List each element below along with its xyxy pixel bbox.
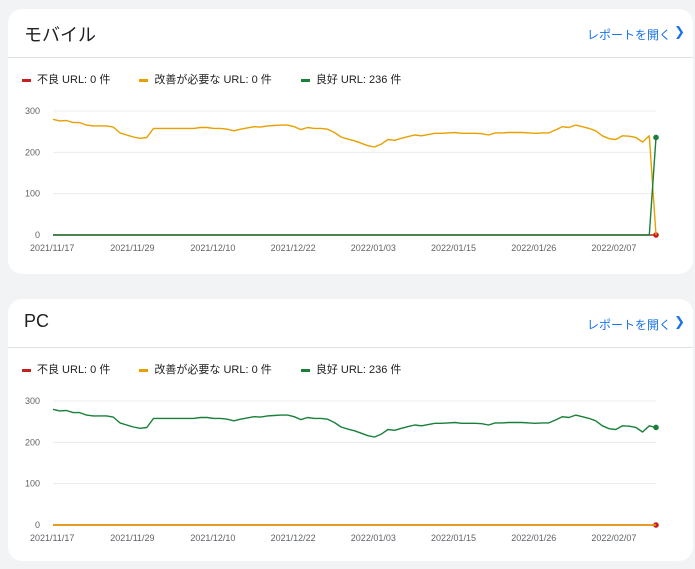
y-tick-label: 200 — [25, 437, 40, 447]
legend-poor[interactable]: 不良 URL: 0 件 — [22, 71, 110, 87]
x-tick-label: 2022/01/15 — [431, 243, 476, 253]
legend-label: 良好 URL: 236 件 — [315, 74, 402, 86]
card-title: モバイル — [24, 25, 96, 45]
chevron-right-icon[interactable]: ❯ — [674, 24, 685, 40]
y-tick-label: 200 — [25, 147, 40, 157]
legend: 不良 URL: 0 件 改善が必要な URL: 0 件 良好 URL: 236 … — [22, 71, 427, 87]
y-tick-label: 0 — [35, 230, 40, 240]
mobile-line-chart: 0 100 200 300 2021/11/17 2021/11/29 2021/12/10… — [25, 106, 659, 253]
x-tick-label: 2022/02/07 — [591, 533, 636, 543]
y-tick-label: 300 — [25, 106, 40, 116]
legend-swatch-good — [300, 78, 310, 82]
legend-good[interactable]: 良好 URL: 236 件 — [300, 71, 402, 87]
legend-swatch-needs-improvement — [139, 78, 149, 82]
card-title: PC — [24, 311, 50, 331]
x-tick-label: 2021/12/22 — [271, 533, 316, 543]
x-tick-label: 2021/11/29 — [110, 243, 154, 253]
x-tick-label: 2021/11/17 — [30, 533, 74, 543]
legend-needs-improvement[interactable]: 改善が必要な URL: 0 件 — [139, 361, 272, 377]
x-tick-label: 2022/01/26 — [511, 243, 556, 253]
x-tick-label: 2021/11/29 — [110, 533, 154, 543]
legend-label: 不良 URL: 0 件 — [37, 364, 111, 376]
legend-label: 改善が必要な URL: 0 件 — [154, 74, 272, 86]
y-tick-label: 300 — [25, 396, 40, 406]
y-tick-label: 100 — [25, 479, 40, 489]
divider — [8, 347, 693, 348]
x-tick-label: 2021/11/17 — [30, 243, 74, 253]
series-line-1 — [52, 118, 657, 236]
x-tick-label: 2022/01/26 — [511, 533, 556, 543]
legend-swatch-poor — [22, 78, 31, 82]
pc-card: PC レポートを開く ❯ 不良 URL: 0 件 改善が必要な URL: 0 件… — [8, 299, 693, 561]
legend: 不良 URL: 0 件 改善が必要な URL: 0 件 良好 URL: 236 … — [22, 361, 427, 377]
legend-label: 改善が必要な URL: 0 件 — [154, 364, 272, 376]
legend-label: 良好 URL: 236 件 — [315, 364, 402, 376]
series-line-2 — [52, 408, 657, 438]
legend-swatch-poor — [22, 368, 31, 372]
y-tick-label: 0 — [35, 520, 40, 530]
legend-swatch-needs-improvement — [139, 368, 149, 372]
legend-swatch-good — [300, 368, 310, 372]
legend-poor[interactable]: 不良 URL: 0 件 — [22, 361, 110, 377]
open-report-link[interactable]: レポートを開く — [587, 316, 671, 333]
y-tick-label: 100 — [25, 189, 40, 199]
pc-line-chart: 0 100 200 300 2021/11/17 2021/11/29 2021/12/10… — [25, 396, 659, 543]
legend-label: 不良 URL: 0 件 — [37, 74, 111, 86]
x-tick-label: 2022/01/03 — [351, 533, 396, 543]
x-tick-label: 2022/02/07 — [591, 243, 636, 253]
series-last-point-2[interactable] — [653, 424, 659, 431]
legend-needs-improvement[interactable]: 改善が必要な URL: 0 件 — [139, 71, 272, 87]
x-tick-label: 2022/01/15 — [431, 533, 476, 543]
x-tick-label: 2021/12/22 — [271, 243, 316, 253]
x-tick-label: 2021/12/10 — [190, 243, 235, 253]
legend-good[interactable]: 良好 URL: 236 件 — [300, 361, 402, 377]
chevron-right-icon[interactable]: ❯ — [674, 314, 685, 330]
open-report-link[interactable]: レポートを開く — [587, 26, 671, 43]
x-tick-label: 2022/01/03 — [351, 243, 396, 253]
series-last-point-2[interactable] — [653, 134, 659, 141]
divider — [8, 57, 693, 58]
mobile-card: モバイル レポートを開く ❯ 不良 URL: 0 件 改善が必要な URL: 0… — [8, 9, 693, 274]
x-tick-label: 2021/12/10 — [190, 533, 235, 543]
